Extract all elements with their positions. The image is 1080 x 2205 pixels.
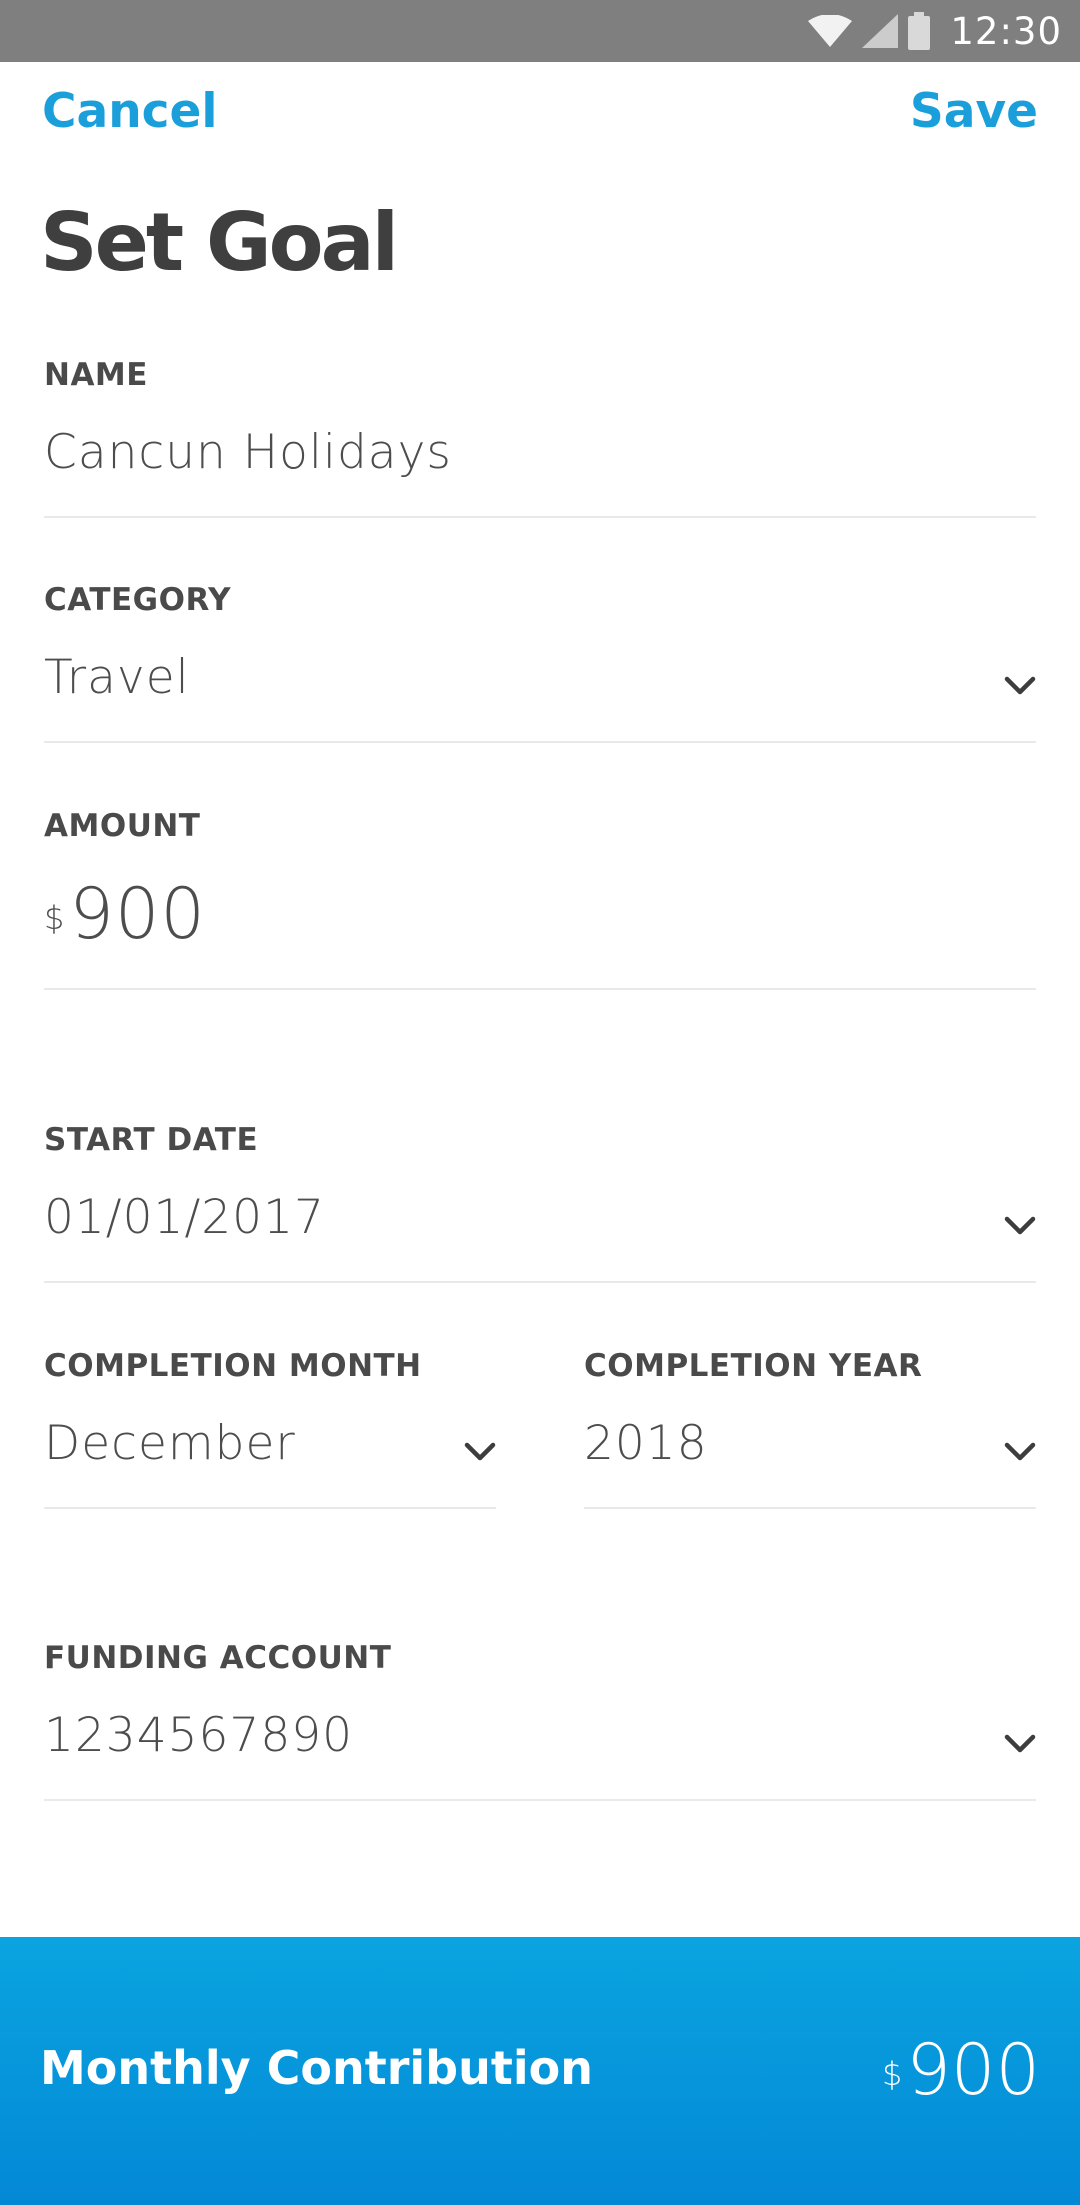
status-time: 12:30 [950, 9, 1062, 53]
name-label: NAME [44, 357, 148, 393]
name-field[interactable]: NAME Cancun Holidays [44, 355, 1036, 520]
name-input[interactable]: Cancun Holidays [44, 425, 452, 481]
category-value: Travel [44, 650, 190, 705]
monthly-contribution-amount: $900 [882, 2030, 1040, 2110]
amount-underline [44, 988, 1036, 990]
cell-signal-icon [862, 14, 899, 48]
chevron-down-icon[interactable] [464, 1442, 496, 1462]
start-date-underline [44, 1281, 1036, 1283]
chevron-down-icon[interactable] [1004, 1442, 1036, 1462]
chevron-down-icon[interactable] [1004, 676, 1036, 696]
save-button[interactable]: Save [910, 84, 1038, 140]
battery-icon [908, 12, 931, 50]
completion-month-underline [44, 1507, 496, 1509]
chevron-down-icon[interactable] [1004, 1734, 1036, 1754]
category-label: CATEGORY [44, 582, 232, 618]
monthly-contribution-value: 900 [906, 2029, 1040, 2111]
status-bar: 12:30 [0, 0, 1080, 62]
start-date-value: 01/01/2017 [44, 1190, 325, 1245]
amount-value: 900 [69, 873, 206, 955]
monthly-contribution-label: Monthly Contribution [40, 2041, 593, 2095]
completion-month-value: December [44, 1416, 296, 1471]
completion-month-label: COMPLETION MONTH [44, 1348, 422, 1384]
funding-account-value: 1234567890 [44, 1708, 354, 1763]
name-underline [44, 516, 1036, 518]
monthly-contribution-bar: Monthly Contribution $900 [0, 1937, 1080, 2205]
currency-symbol: $ [882, 2055, 903, 2093]
funding-account-label: FUNDING ACCOUNT [44, 1640, 392, 1676]
completion-year-underline [584, 1507, 1036, 1509]
amount-input[interactable]: $900 [44, 874, 206, 954]
chevron-down-icon[interactable] [1004, 1216, 1036, 1236]
page-title: Set Goal [40, 196, 399, 289]
start-date-label: START DATE [44, 1122, 259, 1158]
amount-label: AMOUNT [44, 808, 201, 844]
category-underline [44, 741, 1036, 743]
completion-month-select[interactable]: COMPLETION MONTH December [44, 1346, 496, 1511]
completion-year-value: 2018 [584, 1416, 708, 1471]
funding-account-underline [44, 1799, 1036, 1801]
funding-account-select[interactable]: FUNDING ACCOUNT 1234567890 [44, 1638, 1036, 1803]
start-date-select[interactable]: START DATE 01/01/2017 [44, 1120, 1036, 1285]
currency-symbol: $ [44, 899, 66, 937]
completion-year-select[interactable]: COMPLETION YEAR 2018 [584, 1346, 1036, 1511]
completion-year-label: COMPLETION YEAR [584, 1348, 923, 1384]
wifi-icon [808, 15, 853, 47]
status-icons: 12:30 [808, 0, 1062, 62]
cancel-button[interactable]: Cancel [42, 84, 218, 140]
amount-field[interactable]: AMOUNT $900 [44, 806, 1036, 991]
category-select[interactable]: CATEGORY Travel [44, 580, 1036, 745]
